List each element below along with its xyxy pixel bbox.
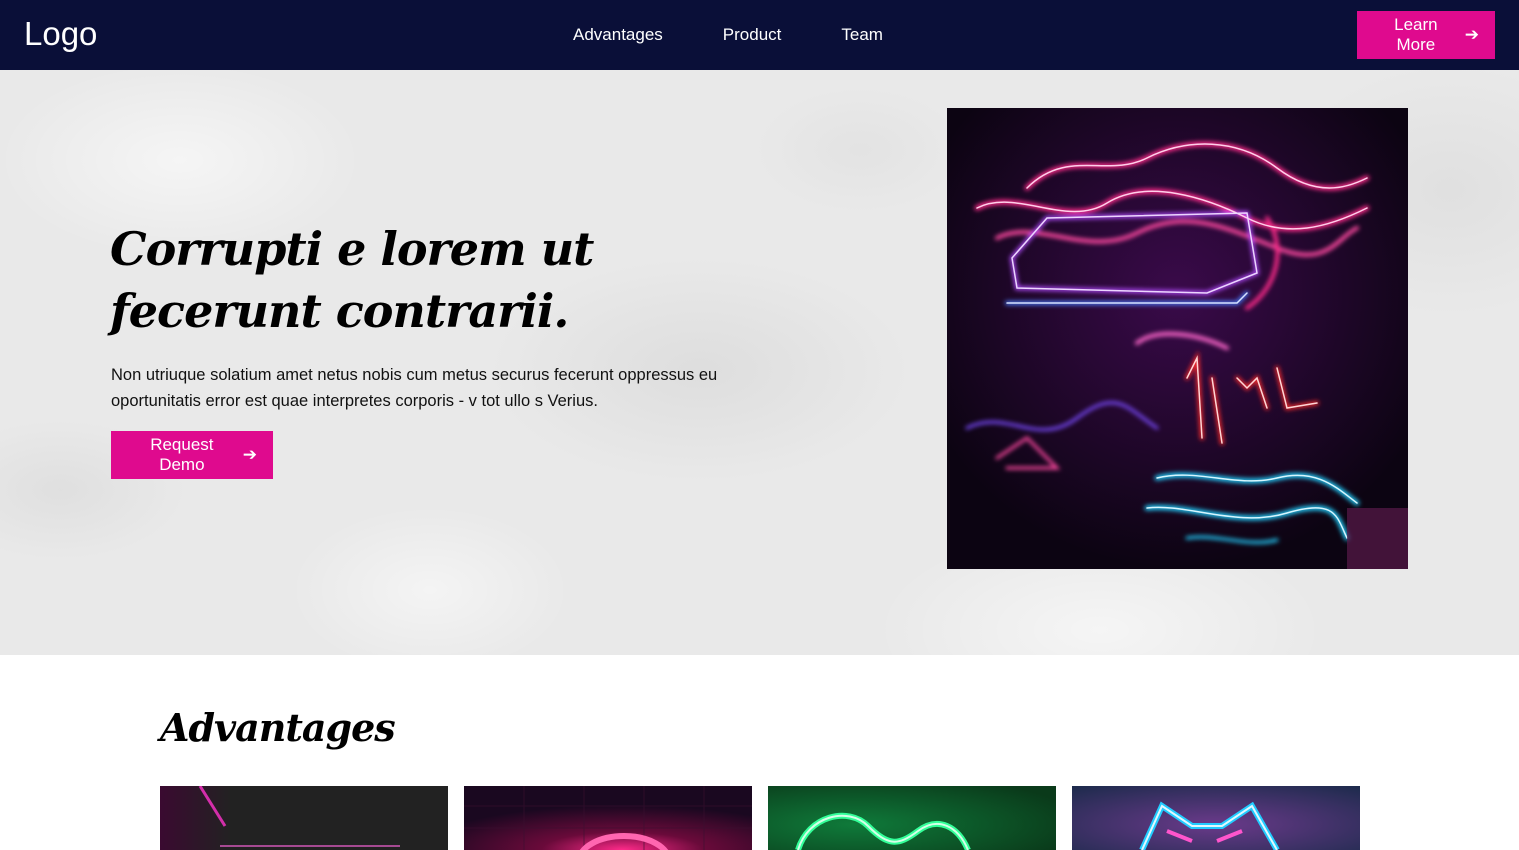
request-demo-button[interactable]: Request Demo ➔	[111, 431, 273, 479]
neon-pink-circle-image	[464, 786, 752, 850]
hero-title: Corrupti e lorem ut fecerunt contrarii.	[110, 222, 594, 338]
neon-green-image	[768, 786, 1056, 850]
advantage-card-4[interactable]	[1072, 786, 1360, 850]
request-demo-label: Request Demo	[150, 435, 214, 474]
neon-sign-image	[947, 108, 1408, 569]
arrow-right-icon: ➔	[1464, 25, 1479, 44]
nav-links: Advantages Product Team	[573, 0, 943, 70]
hero-section: Corrupti e lorem ut fecerunt contrarii. …	[0, 70, 1519, 655]
advantages-title: Advantages	[160, 705, 396, 750]
learn-more-label: Learn More	[1394, 15, 1438, 54]
logo[interactable]: Logo	[24, 14, 97, 54]
nav-link-product[interactable]: Product	[723, 25, 782, 45]
advantage-card-1[interactable]	[160, 786, 448, 850]
neon-blue-image	[1072, 786, 1360, 850]
nav-link-team[interactable]: Team	[841, 25, 883, 45]
advantage-card-2[interactable]	[464, 786, 752, 850]
learn-more-button[interactable]: Learn More ➔	[1357, 11, 1495, 59]
nav-link-advantages[interactable]: Advantages	[573, 25, 663, 45]
hero-description: Non utriuque solatium amet netus nobis c…	[111, 366, 718, 410]
advantage-card-3[interactable]	[768, 786, 1056, 850]
neon-magenta-image	[160, 786, 448, 850]
top-navbar: Logo Advantages Product Team Learn More …	[0, 0, 1519, 70]
arrow-right-icon: ➔	[242, 445, 257, 464]
